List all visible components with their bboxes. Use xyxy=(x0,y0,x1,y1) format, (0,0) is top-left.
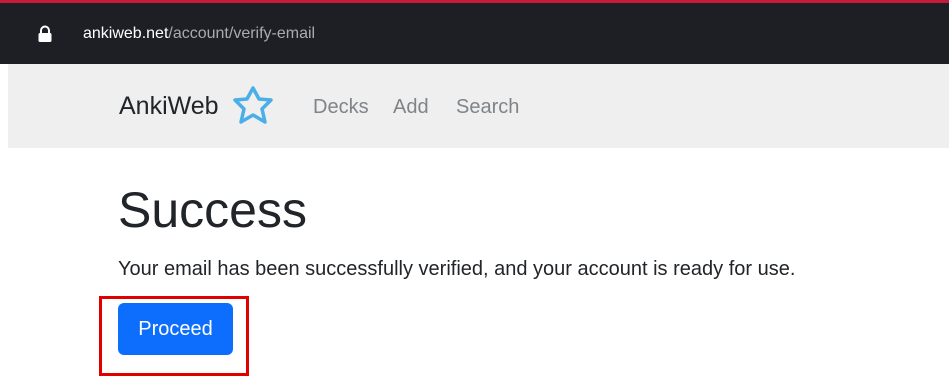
browser-address-bar[interactable]: ankiweb.net/account/verify-email xyxy=(0,0,949,64)
nav-link-search[interactable]: Search xyxy=(456,94,519,120)
url-text[interactable]: ankiweb.net/account/verify-email xyxy=(83,24,315,44)
success-message: Your email has been successfully verifie… xyxy=(118,258,796,280)
brand-name[interactable]: AnkiWeb xyxy=(119,90,219,122)
proceed-button[interactable]: Proceed xyxy=(118,303,233,355)
nav-link-add[interactable]: Add xyxy=(393,94,429,120)
lock-icon xyxy=(38,25,52,42)
url-path: /account/verify-email xyxy=(168,25,316,42)
nav-link-decks[interactable]: Decks xyxy=(313,94,369,120)
site-navbar: AnkiWeb Decks Add Search xyxy=(8,64,949,148)
url-host: ankiweb.net xyxy=(83,25,169,42)
star-outline-icon[interactable] xyxy=(228,82,278,128)
page-title: Success xyxy=(118,182,307,238)
